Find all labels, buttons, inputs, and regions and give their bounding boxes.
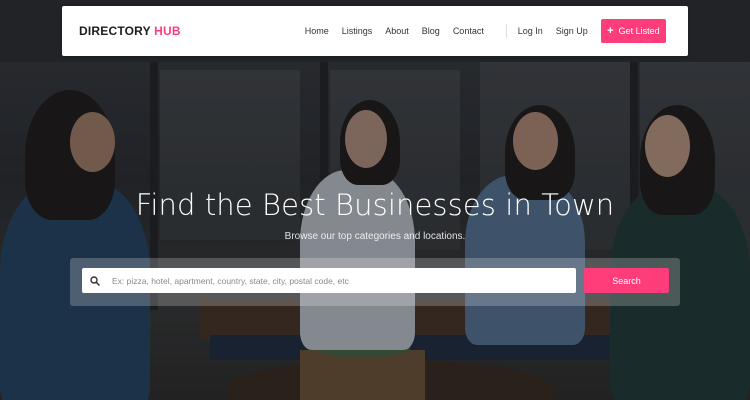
search-input[interactable] (108, 268, 576, 293)
nav-links: Home Listings About Blog Contact (305, 26, 497, 36)
nav-divider (505, 24, 507, 38)
brand-name-part1: DIRECTORY (79, 24, 155, 38)
search-icon (82, 275, 108, 286)
brand-logo[interactable]: DIRECTORY HUB (79, 24, 181, 38)
nav-link-home[interactable]: Home (305, 26, 329, 36)
hero-subtitle: Browse our top categories and locations. (284, 231, 466, 242)
nav-link-about[interactable]: About (385, 26, 409, 36)
search-bar: Search (70, 258, 680, 306)
hero-title: Find the Best Businesses in Town (135, 188, 615, 222)
plus-icon: + (607, 25, 614, 37)
search-input-container (82, 268, 576, 293)
signup-link[interactable]: Sign Up (556, 26, 588, 36)
nav-link-blog[interactable]: Blog (422, 26, 440, 36)
nav-link-listings[interactable]: Listings (342, 26, 373, 36)
search-button[interactable]: Search (584, 268, 669, 293)
get-listed-button[interactable]: + Get Listed (600, 19, 666, 43)
get-listed-label: Get Listed (618, 26, 660, 36)
navbar: DIRECTORY HUB Home Listings About Blog C… (62, 6, 688, 56)
login-link[interactable]: Log In (518, 26, 543, 36)
nav-link-contact[interactable]: Contact (453, 26, 484, 36)
brand-name-part2: HUB (154, 24, 181, 38)
